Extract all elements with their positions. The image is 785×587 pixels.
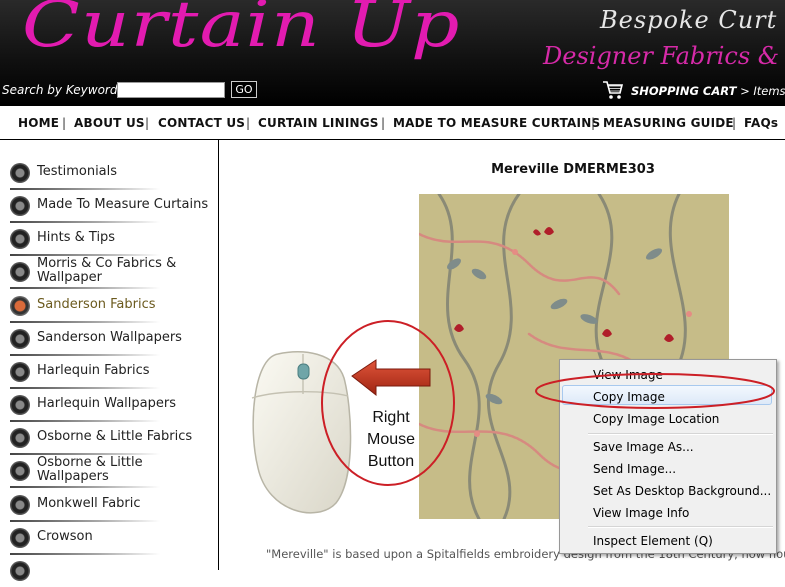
menu-item-set-desktop-background[interactable]: Set As Desktop Background... bbox=[593, 484, 771, 498]
bullet-icon bbox=[10, 163, 30, 183]
search-label: Search by Keyword bbox=[2, 83, 118, 97]
bullet-icon bbox=[10, 196, 30, 216]
product-title: Mereville DMERME303 bbox=[491, 162, 655, 177]
sidebar-item-label: Crowson bbox=[37, 529, 93, 544]
left-arrow-icon bbox=[351, 359, 431, 397]
menu-item-inspect-element[interactable]: Inspect Element (Q) bbox=[593, 534, 713, 548]
nav-faqs[interactable]: FAQs bbox=[744, 116, 778, 130]
menu-separator bbox=[588, 526, 773, 528]
sidebar-item-label: Sanderson Fabrics bbox=[37, 297, 156, 312]
sidebar-item-label: Testimonials bbox=[37, 164, 118, 179]
sidebar-item-osborne-fabrics[interactable]: Osborne & Little Fabrics bbox=[0, 421, 218, 455]
nav-made-to-measure[interactable]: MADE TO MEASURE CURTAINS bbox=[393, 116, 600, 130]
site-logo[interactable]: Curtain Up bbox=[22, 0, 460, 62]
bullet-icon bbox=[10, 362, 30, 382]
sidebar-item-harlequin-fabrics[interactable]: Harlequin Fabrics bbox=[0, 355, 218, 389]
category-sidebar: Testimonials Made To Measure Curtains Hi… bbox=[0, 140, 219, 581]
nav-separator: | bbox=[591, 116, 596, 130]
nav-curtain-linings[interactable]: CURTAIN LININGS bbox=[258, 116, 379, 130]
cart-items: > Items bbox=[740, 84, 785, 98]
sidebar-item-harlequin-wallpapers[interactable]: Harlequin Wallpapers bbox=[0, 388, 218, 422]
menu-item-view-image-info[interactable]: View Image Info bbox=[593, 506, 689, 520]
copy-image-highlight-ring bbox=[535, 373, 775, 409]
cart-label: SHOPPING CART bbox=[631, 84, 737, 98]
menu-item-save-image-as[interactable]: Save Image As... bbox=[593, 440, 694, 454]
menu-item-send-image[interactable]: Send Image... bbox=[593, 462, 676, 476]
bullet-icon bbox=[10, 395, 30, 415]
sidebar-item-crowson[interactable]: Crowson bbox=[0, 521, 218, 555]
nav-separator: | bbox=[145, 116, 150, 130]
sidebar-item-testimonials[interactable]: Testimonials bbox=[0, 156, 218, 190]
shopping-cart-icon[interactable] bbox=[602, 80, 624, 100]
search-input[interactable] bbox=[117, 82, 225, 98]
sidebar-item-osborne-wallpapers[interactable]: Osborne & Little Wallpapers bbox=[0, 454, 218, 488]
sidebar-item-label: Monkwell Fabric bbox=[37, 496, 141, 511]
sidebar-item-label: Osborne & Little Fabrics bbox=[37, 429, 193, 444]
bullet-icon bbox=[10, 229, 30, 249]
sidebar-item-label: Morris & Co Fabrics & Wallpaper bbox=[37, 256, 177, 285]
nav-measuring-guide[interactable]: MEASURING GUIDE bbox=[603, 116, 734, 130]
sidebar-item-label: Osborne & Little Wallpapers bbox=[37, 455, 143, 484]
sidebar-item-label: Made To Measure Curtains bbox=[37, 197, 209, 212]
nav-about-us[interactable]: ABOUT US bbox=[74, 116, 145, 130]
sidebar-item-label: Sanderson Wallpapers bbox=[37, 330, 182, 345]
menu-item-copy-image-location[interactable]: Copy Image Location bbox=[593, 412, 719, 426]
sidebar-item-monkwell[interactable]: Monkwell Fabric bbox=[0, 488, 218, 522]
nav-separator: | bbox=[62, 116, 67, 130]
bullet-icon bbox=[10, 262, 30, 282]
menu-separator bbox=[588, 433, 773, 435]
nav-separator: | bbox=[246, 116, 251, 130]
bullet-icon bbox=[10, 428, 30, 448]
shopping-cart-link[interactable]: SHOPPING CART > Items bbox=[631, 84, 785, 98]
sidebar-item-morris-co[interactable]: Morris & Co Fabrics & Wallpaper bbox=[0, 255, 218, 289]
bullet-icon-active bbox=[10, 296, 30, 316]
bullet-icon bbox=[10, 495, 30, 515]
bullet-icon bbox=[10, 329, 30, 349]
mouse-caption-line3: Button bbox=[368, 453, 414, 470]
nav-contact-us[interactable]: CONTACT US bbox=[158, 116, 245, 130]
site-header: Curtain Up Bespoke Curt Designer Fabrics… bbox=[0, 0, 785, 106]
sidebar-item-label: Harlequin Wallpapers bbox=[37, 396, 176, 411]
bullet-icon bbox=[10, 528, 30, 548]
nav-separator: | bbox=[732, 116, 737, 130]
nav-home[interactable]: HOME bbox=[18, 116, 59, 130]
sidebar-item-partial[interactable] bbox=[0, 554, 218, 587]
sidebar-item-made-to-measure[interactable]: Made To Measure Curtains bbox=[0, 189, 218, 223]
sidebar-item-hints-tips[interactable]: Hints & Tips bbox=[0, 222, 218, 256]
mouse-caption-line1: Right bbox=[372, 409, 410, 426]
sidebar-item-label: Harlequin Fabrics bbox=[37, 363, 150, 378]
sidebar-item-label: Hints & Tips bbox=[37, 230, 116, 245]
sidebar-item-sanderson-wallpapers[interactable]: Sanderson Wallpapers bbox=[0, 322, 218, 356]
search-go-button[interactable]: GO bbox=[231, 81, 257, 98]
bullet-icon bbox=[10, 561, 30, 581]
header-tagline-bespoke: Bespoke Curt bbox=[600, 6, 778, 34]
sidebar-item-sanderson-fabrics[interactable]: Sanderson Fabrics bbox=[0, 289, 218, 323]
nav-separator: | bbox=[381, 116, 386, 130]
main-nav: HOME | ABOUT US | CONTACT US | CURTAIN L… bbox=[0, 106, 785, 140]
right-mouse-button-illustration: Right Mouse Button bbox=[251, 320, 455, 514]
mouse-caption-line2: Mouse bbox=[367, 431, 415, 448]
header-tagline-designer: Designer Fabrics & bbox=[543, 42, 780, 70]
bullet-icon bbox=[10, 461, 30, 481]
